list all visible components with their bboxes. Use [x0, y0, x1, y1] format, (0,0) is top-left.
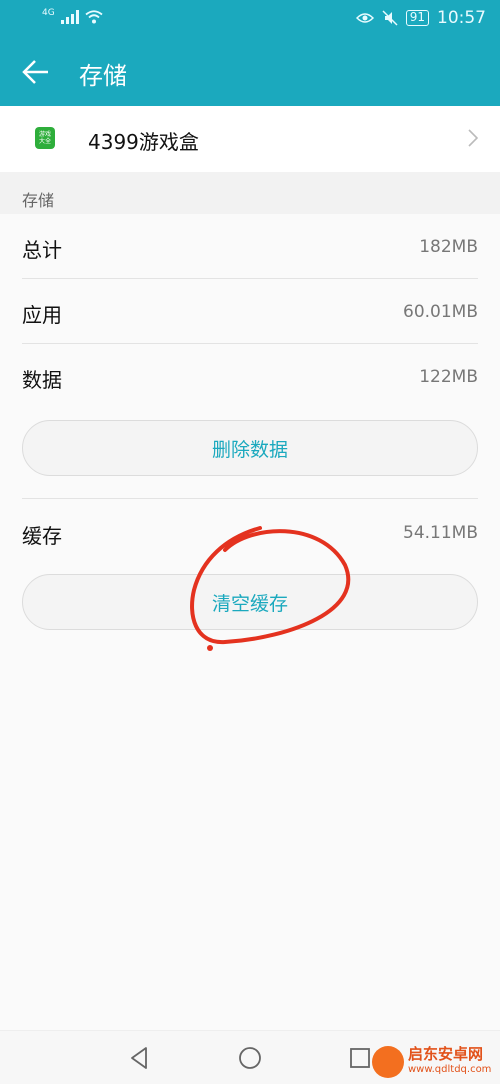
- row-label: 数据: [22, 368, 62, 392]
- row-label: 总计: [22, 238, 62, 262]
- wifi-icon: [85, 10, 103, 24]
- status-bar: 4G 91 10:57: [0, 0, 500, 38]
- row-value: 122MB: [419, 367, 478, 387]
- row-value: 60.01MB: [403, 302, 478, 322]
- battery-icon: 91: [405, 10, 429, 26]
- top-bar: 4G 91 10:57 存储: [0, 0, 500, 106]
- divider: [22, 498, 478, 499]
- app-name: 4399游戏盒: [88, 130, 199, 154]
- row-label: 应用: [22, 303, 62, 327]
- chevron-right-icon: [468, 129, 478, 147]
- watermark-url: www.qdltdq.com: [408, 1064, 492, 1075]
- section-header-label: 存储: [22, 191, 55, 210]
- row-label: 缓存: [22, 524, 62, 548]
- watermark-name: 启东安卓网: [408, 1045, 484, 1063]
- status-time: 10:57: [437, 8, 486, 28]
- status-right: 91 10:57: [355, 8, 486, 28]
- app-bar: 存储: [0, 38, 500, 106]
- storage-row-cache: 缓存 54.11MB: [22, 500, 478, 564]
- watermark: 启东安卓网 www.qdltdq.com: [372, 1046, 491, 1078]
- mute-icon: [382, 10, 398, 26]
- storage-row-data: 数据 122MB: [22, 344, 478, 408]
- back-button[interactable]: [16, 52, 56, 92]
- status-left: 4G: [42, 8, 103, 24]
- app-icon-text-bottom: 大全: [38, 138, 51, 145]
- row-value: 54.11MB: [403, 523, 478, 543]
- storage-content: 总计 182MB 应用 60.01MB 数据 122MB 删除数据 缓存 54.…: [0, 214, 500, 1030]
- network-type: 4G: [42, 8, 55, 18]
- eye-icon: [355, 13, 374, 23]
- section-header: 存储: [0, 172, 500, 214]
- storage-row-total: 总计 182MB: [22, 214, 478, 278]
- storage-row-app: 应用 60.01MB: [22, 279, 478, 343]
- home-circle-icon[interactable]: [236, 1044, 264, 1072]
- recents-square-icon[interactable]: [346, 1044, 374, 1072]
- page-title: 存储: [79, 62, 127, 90]
- app-info-row[interactable]: 游戏 大全 4399游戏盒: [0, 106, 500, 172]
- row-value: 182MB: [419, 237, 478, 257]
- back-arrow-icon: [22, 60, 48, 84]
- watermark-logo-icon: [372, 1046, 404, 1078]
- signal-icon: [60, 10, 79, 24]
- delete-data-button[interactable]: 删除数据: [22, 420, 478, 476]
- back-triangle-icon[interactable]: [126, 1044, 154, 1072]
- clear-cache-button[interactable]: 清空缓存: [22, 574, 478, 630]
- app-icon-text-top: 游戏: [38, 131, 51, 138]
- app-icon: 游戏 大全: [35, 127, 55, 149]
